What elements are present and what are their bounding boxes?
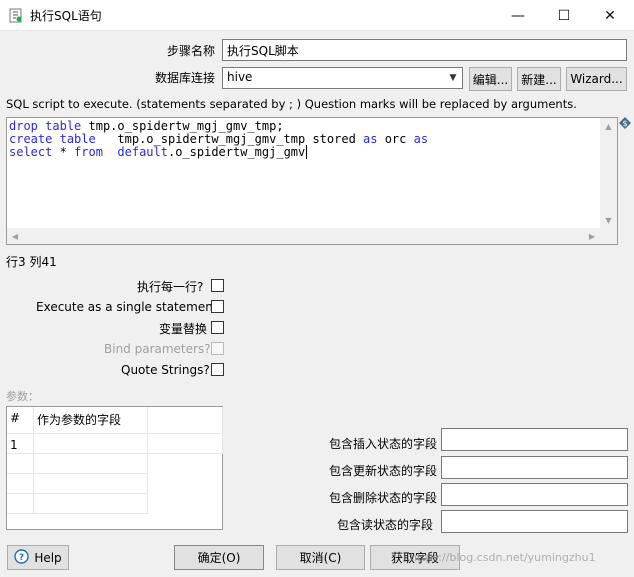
minimize-button[interactable]: —: [495, 0, 541, 31]
help-button[interactable]: ? Help: [7, 545, 69, 570]
minimize-icon: —: [511, 7, 525, 24]
params-row-empty: [34, 494, 148, 514]
params-row-empty: [7, 454, 34, 474]
sql-hint-label: SQL script to execute. (statements separ…: [6, 97, 577, 111]
close-button[interactable]: ✕: [587, 0, 633, 31]
variable-dollar-icon[interactable]: $: [619, 117, 631, 129]
connection-select[interactable]: hive ▼: [222, 67, 463, 89]
horizontal-scrollbar[interactable]: ◀ ▶: [7, 228, 617, 244]
insert-status-label: 包含插入状态的字段: [329, 437, 438, 451]
svg-text:$: $: [622, 119, 627, 128]
params-header-index: #: [7, 407, 34, 434]
params-row-field[interactable]: [34, 434, 148, 454]
params-row-empty: [7, 474, 34, 494]
step-name-input[interactable]: 执行SQL脚本: [222, 39, 627, 61]
execute-each-row-label: 执行每一行?: [137, 280, 204, 294]
params-row-empty: [7, 494, 34, 514]
maximize-icon: ☐: [557, 7, 571, 24]
quote-strings-label: Quote Strings?: [121, 363, 210, 377]
connection-label: 数据库连接: [155, 71, 216, 85]
close-icon: ✕: [604, 7, 616, 24]
variable-substitution-label: 变量替换: [159, 322, 208, 336]
scroll-up-icon[interactable]: ▲: [600, 118, 617, 134]
bind-parameters-label: Bind parameters?: [104, 342, 211, 356]
sql-code[interactable]: drop table tmp.o_spidertw_mgj_gmv_tmp; cr…: [9, 120, 428, 159]
params-header-spare: [148, 407, 223, 434]
params-row-empty: [34, 454, 148, 474]
params-header-field: 作为参数的字段: [34, 407, 148, 434]
scroll-left-icon[interactable]: ◀: [7, 228, 23, 244]
cursor-position: 行3 列41: [6, 255, 57, 269]
watermark: https://blog.csdn.net/yumingzhu1: [410, 551, 596, 564]
sql-editor[interactable]: drop table tmp.o_spidertw_mgj_gmv_tmp; cr…: [6, 117, 618, 245]
single-statement-checkbox[interactable]: [211, 300, 224, 313]
scroll-down-icon[interactable]: ▼: [600, 212, 617, 228]
chevron-down-icon[interactable]: ▼: [444, 68, 462, 88]
delete-status-input[interactable]: [441, 483, 628, 506]
scroll-right-icon[interactable]: ▶: [584, 228, 600, 244]
read-status-input[interactable]: [441, 510, 628, 533]
params-table[interactable]: # 作为参数的字段 1: [6, 406, 223, 530]
window-title: 执行SQL语句: [30, 9, 102, 23]
delete-status-label: 包含删除状态的字段: [329, 491, 438, 505]
connection-value: hive: [227, 70, 253, 84]
single-statement-label: Execute as a single statement: [36, 300, 218, 314]
maximize-button[interactable]: ☐: [541, 0, 587, 31]
ok-button[interactable]: 确定(O): [174, 545, 264, 570]
insert-status-input[interactable]: [441, 428, 628, 451]
params-row-index: 1: [7, 434, 34, 454]
variable-substitution-checkbox[interactable]: [211, 321, 224, 334]
read-status-label: 包含读状态的字段: [337, 518, 434, 532]
help-icon: ?: [14, 548, 30, 567]
update-status-label: 包含更新状态的字段: [329, 464, 438, 478]
params-label: 参数：: [6, 390, 39, 403]
new-connection-button[interactable]: 新建...: [517, 67, 561, 91]
vertical-scrollbar[interactable]: ▲ ▼: [600, 118, 617, 228]
params-row-empty: [34, 474, 148, 494]
edit-connection-button[interactable]: 编辑...: [469, 67, 512, 91]
wizard-button[interactable]: Wizard...: [566, 67, 627, 91]
cancel-button[interactable]: 取消(C): [276, 545, 365, 570]
step-name-label: 步骤名称: [167, 44, 216, 58]
title-bar: 执行SQL语句 — ☐ ✕: [0, 0, 634, 31]
text-cursor: [306, 145, 308, 159]
execute-each-row-checkbox[interactable]: [211, 279, 224, 292]
sql-script-icon: [9, 8, 23, 23]
svg-text:?: ?: [19, 553, 24, 563]
quote-strings-checkbox[interactable]: [211, 363, 224, 376]
sql-line[interactable]: select * from default.o_spidertw_mgj_gmv: [9, 145, 428, 159]
params-row-spare: [148, 434, 223, 454]
bind-parameters-checkbox: [211, 342, 224, 355]
update-status-input[interactable]: [441, 456, 628, 479]
help-label: Help: [34, 550, 62, 565]
